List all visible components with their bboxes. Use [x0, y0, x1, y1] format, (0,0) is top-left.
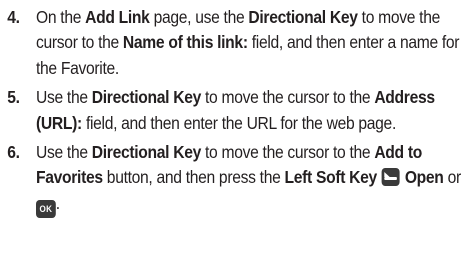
step-text: On the — [36, 7, 86, 27]
step-text: to move the cursor to the — [200, 87, 375, 108]
step-number: 4. — [7, 7, 20, 27]
bold-term: Open — [404, 167, 444, 188]
left-soft-key-icon — [381, 168, 400, 187]
step-text: button, and then press the — [102, 167, 285, 188]
step-text: Use the — [36, 87, 92, 108]
bold-term: Add Link — [85, 7, 150, 27]
instruction-steps: 4. On the Add Link page, use the Directi… — [0, 5, 472, 222]
step-number: 6. — [7, 142, 20, 163]
step-4: 4. On the Add Link page, use the Directi… — [0, 5, 468, 81]
bold-term: Name of this link: — [122, 32, 248, 53]
ok-key-icon: OK — [36, 199, 56, 218]
bold-term: Directional Key — [248, 7, 358, 27]
step-text: or — [443, 167, 462, 188]
bold-term: Left Soft Key — [284, 167, 378, 188]
step-text — [377, 167, 381, 187]
step-text: to move the cursor to the — [200, 142, 375, 163]
bold-term: Directional Key — [91, 87, 202, 108]
step-text: . — [55, 192, 60, 213]
bold-term: Directional Key — [91, 142, 202, 163]
step-number: 5. — [7, 87, 20, 108]
step-6: 6. Use the Directional Key to move the c… — [0, 140, 468, 218]
step-text: page, use the — [149, 7, 249, 27]
step-5: 5. Use the Directional Key to move the c… — [0, 85, 468, 136]
step-text: field, and then enter the URL for the we… — [81, 112, 396, 133]
step-text: Use the — [36, 142, 92, 163]
